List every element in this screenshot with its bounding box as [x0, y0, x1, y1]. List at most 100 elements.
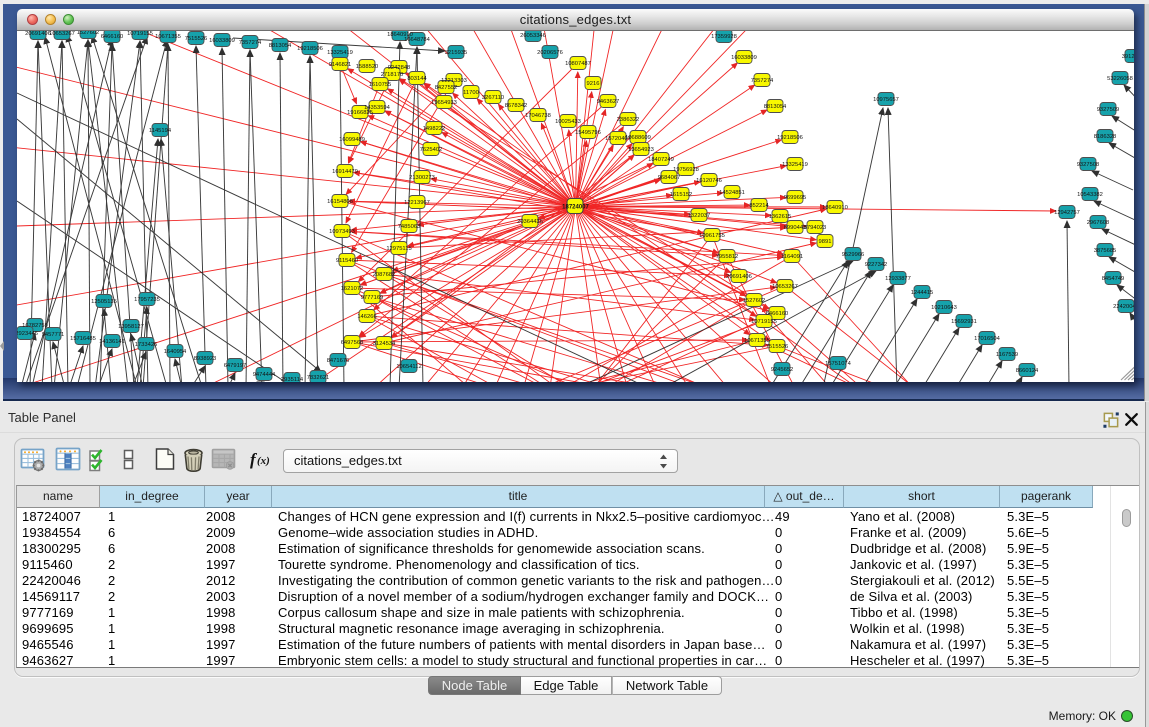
svg-text:17016504: 17016504 [974, 336, 1001, 342]
svg-text:6466160: 6466160 [766, 311, 789, 317]
svg-text:12942757: 12942757 [1054, 210, 1080, 216]
svg-text:13325419: 13325419 [782, 162, 808, 168]
svg-text:1362615: 1362615 [769, 214, 792, 220]
svg-text:8471676: 8471676 [327, 358, 350, 364]
svg-text:20691406: 20691406 [726, 274, 752, 280]
svg-text:9529966: 9529966 [842, 252, 865, 258]
svg-text:1621072: 1621072 [341, 286, 364, 292]
svg-text:10543382: 10543382 [1077, 192, 1103, 198]
svg-text:852214: 852214 [749, 203, 769, 209]
svg-text:10719155: 10719155 [127, 31, 153, 37]
svg-text:22420046: 22420046 [1113, 304, 1134, 310]
svg-text:6497568: 6497568 [341, 340, 364, 346]
svg-text:9684067: 9684067 [658, 175, 681, 181]
svg-text:19218506: 19218506 [777, 135, 803, 141]
svg-text:20364436: 20364436 [517, 219, 543, 225]
svg-text:15692931: 15692931 [951, 319, 977, 325]
svg-text:12975115: 12975115 [386, 246, 411, 252]
svg-text:10653267: 10653267 [772, 284, 798, 290]
svg-text:9227342: 9227342 [865, 262, 888, 268]
svg-text:10671355: 10671355 [155, 34, 181, 40]
svg-text:9245652: 9245652 [771, 367, 794, 373]
svg-text:8813054: 8813054 [269, 43, 292, 49]
svg-text:1527602: 1527602 [743, 298, 766, 304]
svg-text:3875685: 3875685 [1094, 248, 1117, 254]
svg-text:8186328: 8186328 [1094, 134, 1117, 140]
svg-text:8678342: 8678342 [505, 103, 528, 109]
svg-text:12505135: 12505135 [91, 299, 117, 305]
svg-text:9891: 9891 [819, 239, 832, 245]
svg-text:26053346: 26053346 [520, 33, 546, 39]
svg-text:9327509: 9327509 [1097, 107, 1120, 113]
svg-text:20206576: 20206576 [537, 50, 563, 56]
svg-text:15751074: 15751074 [825, 361, 852, 367]
svg-text:7485063: 7485063 [398, 224, 421, 230]
svg-text:10653267: 10653267 [49, 31, 75, 37]
svg-text:1733426: 1733426 [135, 342, 158, 348]
svg-text:3215935: 3215935 [445, 50, 468, 56]
svg-text:9474444: 9474444 [253, 372, 276, 378]
svg-text:10025433: 10025433 [555, 119, 581, 125]
svg-text:10654112: 10654112 [396, 364, 421, 370]
svg-text:7357274: 7357274 [751, 78, 774, 84]
svg-text:16033809: 16033809 [731, 55, 757, 61]
svg-text:9699695: 9699695 [784, 195, 807, 201]
svg-text:9146821: 9146821 [329, 62, 352, 68]
svg-text:19654933: 19654933 [431, 100, 457, 106]
svg-text:13325419: 13325419 [327, 50, 353, 56]
svg-text:16914479: 16914479 [332, 169, 358, 175]
svg-text:9777169: 9777169 [361, 295, 384, 301]
svg-text:7357274: 7357274 [239, 40, 262, 46]
svg-text:7515526: 7515526 [766, 344, 789, 350]
svg-text:19166825: 19166825 [347, 110, 373, 116]
svg-text:9216: 9216 [587, 81, 600, 87]
svg-text:11700: 11700 [463, 90, 479, 96]
svg-text:10973493: 10973493 [329, 229, 355, 235]
svg-text:1498222: 1498222 [423, 126, 446, 132]
svg-text:13958127: 13958127 [118, 324, 144, 330]
svg-text:1145194: 1145194 [149, 128, 172, 134]
svg-text:10719155: 10719155 [751, 319, 777, 325]
svg-text:2386322: 2386322 [617, 117, 640, 123]
svg-text:12933877: 12933877 [885, 276, 911, 282]
svg-text:9115460: 9115460 [336, 258, 358, 264]
svg-text:15716485: 15716485 [70, 336, 96, 342]
svg-text:9463627: 9463627 [597, 99, 620, 105]
svg-text:1610755: 1610755 [369, 82, 392, 88]
svg-text:10210643: 10210643 [931, 305, 957, 311]
svg-text:18724007: 18724007 [562, 205, 589, 211]
svg-text:7515526: 7515526 [185, 36, 208, 42]
svg-text:1244415: 1244415 [911, 290, 934, 296]
svg-text:3124534: 3124534 [373, 341, 396, 347]
svg-text:8454749: 8454749 [1102, 276, 1125, 282]
svg-text:8938923: 8938923 [194, 356, 217, 362]
svg-text:8427552: 8427552 [435, 85, 458, 91]
svg-text:2967608: 2967608 [1087, 220, 1110, 226]
svg-text:10807487: 10807487 [565, 61, 591, 67]
svg-text:19218506: 19218506 [297, 46, 323, 52]
svg-text:16033809: 16033809 [209, 38, 235, 44]
svg-text:146266: 146266 [357, 314, 376, 320]
svg-text:2935114: 2935114 [281, 377, 304, 382]
svg-text:10961755: 10961755 [699, 233, 725, 239]
svg-text:9327508: 9327508 [1077, 162, 1100, 168]
svg-text:17957235: 17957235 [134, 297, 160, 303]
svg-text:16099489: 16099489 [339, 137, 365, 143]
svg-text:803144: 803144 [407, 76, 427, 82]
svg-text:15495796: 15495796 [575, 130, 601, 136]
svg-text:12213967: 12213967 [404, 200, 430, 206]
svg-text:18640910: 18640910 [822, 205, 848, 211]
svg-text:2087682: 2087682 [373, 272, 396, 278]
svg-text:20691406: 20691406 [25, 31, 51, 37]
svg-text:1588520: 1588520 [356, 64, 379, 70]
svg-text:2718170: 2718170 [381, 72, 404, 78]
svg-text:8794023: 8794023 [804, 225, 827, 231]
svg-text:6479197: 6479197 [224, 363, 247, 369]
svg-text:7832621: 7832621 [307, 375, 330, 381]
svg-text:16120746: 16120746 [696, 178, 722, 184]
svg-text:21300273: 21300273 [409, 175, 435, 181]
svg-text:1527602: 1527602 [77, 31, 100, 36]
svg-text:19756928: 19756928 [673, 167, 699, 173]
svg-text:17359928: 17359928 [711, 34, 737, 40]
svg-text:12213303: 12213303 [441, 78, 467, 84]
